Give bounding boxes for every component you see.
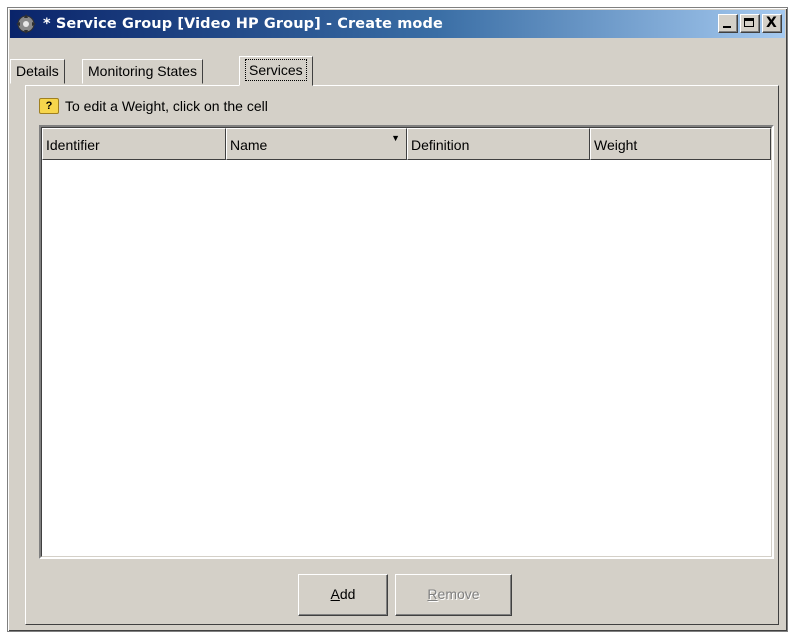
remove-button[interactable]: Remove	[395, 574, 512, 616]
column-header-weight[interactable]: Weight	[590, 128, 771, 160]
add-button[interactable]: Add	[298, 574, 388, 616]
window-title: * Service Group [Video HP Group] - Creat…	[43, 16, 443, 32]
close-icon: X	[766, 15, 777, 31]
tab-services[interactable]: Services	[239, 56, 313, 86]
tip-icon: ?	[39, 98, 59, 114]
table-body[interactable]	[42, 160, 771, 556]
tab-label: Services	[245, 59, 307, 81]
column-header-definition[interactable]: Definition	[407, 128, 590, 160]
app-icon	[16, 14, 36, 34]
column-header-name[interactable]: Name ▼	[226, 128, 407, 160]
hint-message: ? To edit a Weight, click on the cell	[39, 98, 268, 114]
column-header-identifier[interactable]: Identifier	[42, 128, 226, 160]
maximize-icon	[744, 18, 754, 27]
close-button[interactable]: X	[762, 14, 782, 33]
maximize-button[interactable]	[740, 14, 760, 33]
sort-descending-icon: ▼	[391, 133, 400, 143]
minimize-icon	[723, 26, 731, 28]
services-table[interactable]: Identifier Name ▼ Definition Weight	[39, 125, 774, 559]
table-header: Identifier Name ▼ Definition Weight	[42, 128, 771, 160]
title-bar[interactable]: * Service Group [Video HP Group] - Creat…	[10, 10, 785, 38]
tab-label: Monitoring States	[88, 63, 197, 79]
tab-monitoring-states[interactable]: Monitoring States	[82, 59, 203, 84]
minimize-button[interactable]	[718, 14, 738, 33]
hint-text: To edit a Weight, click on the cell	[65, 98, 268, 114]
tab-details[interactable]: Details	[10, 59, 65, 84]
tab-label: Details	[16, 63, 59, 79]
